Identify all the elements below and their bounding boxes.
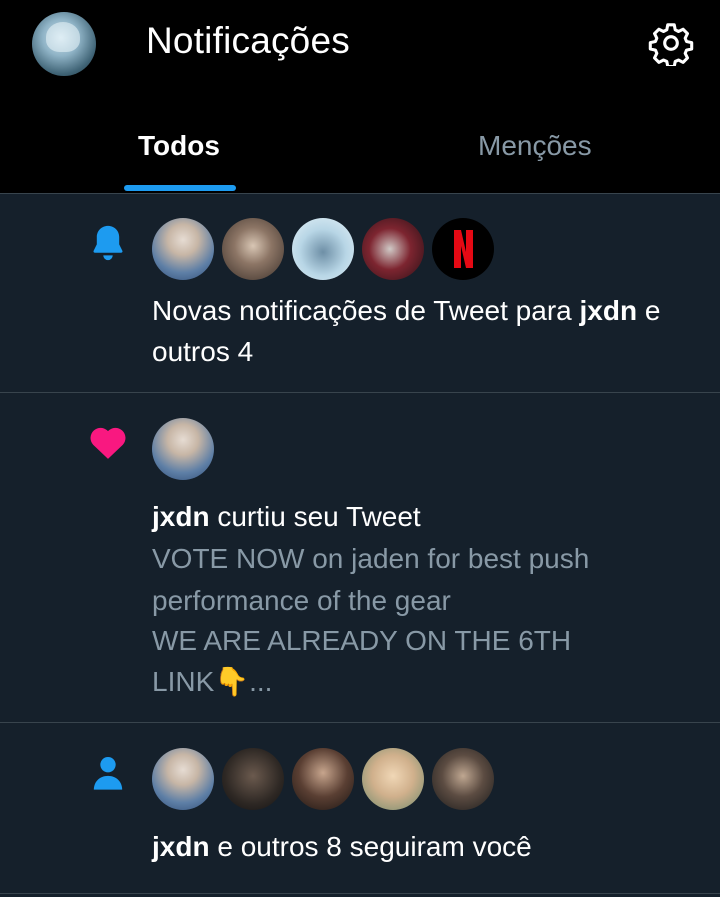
- top-bar: Notificações Todos Menções: [0, 0, 720, 193]
- tweet-preview-line: WE ARE ALREADY ON THE 6TH: [152, 625, 572, 656]
- avatar[interactable]: [362, 748, 424, 810]
- avatar[interactable]: [152, 418, 214, 480]
- gear-icon[interactable]: [648, 20, 694, 66]
- avatar[interactable]: [432, 748, 494, 810]
- tweet-preview-line: performance of the gear: [152, 585, 451, 616]
- divider: [0, 392, 720, 393]
- heart-icon: [90, 427, 126, 459]
- person-icon: [93, 757, 123, 790]
- tab-todos[interactable]: Todos: [138, 126, 220, 166]
- avatar[interactable]: [432, 218, 494, 280]
- divider: [0, 893, 720, 894]
- avatar[interactable]: [292, 218, 354, 280]
- divider: [0, 193, 720, 194]
- avatar[interactable]: [152, 218, 214, 280]
- avatar[interactable]: [152, 748, 214, 810]
- divider: [0, 722, 720, 723]
- notification-text: jxdn curtiu seu Tweet: [152, 501, 421, 532]
- active-tab-indicator: [124, 185, 236, 191]
- bell-icon: [93, 225, 123, 261]
- avatar[interactable]: [222, 218, 284, 280]
- avatar[interactable]: [222, 748, 284, 810]
- notification-text: jxdn e outros 8 seguiram você: [152, 831, 532, 862]
- tweet-preview-line: LINK👇...: [152, 666, 273, 697]
- netflix-logo-icon: [454, 230, 473, 268]
- page-title: Notificações: [146, 20, 350, 61]
- avatar[interactable]: [362, 218, 424, 280]
- notification-text: Novas notificações de Tweet para jxdn e …: [152, 295, 661, 367]
- tweet-preview-line: VOTE NOW on jaden for best push: [152, 543, 590, 574]
- tab-mencoes[interactable]: Menções: [478, 126, 592, 166]
- profile-avatar[interactable]: [32, 12, 96, 76]
- avatar[interactable]: [292, 748, 354, 810]
